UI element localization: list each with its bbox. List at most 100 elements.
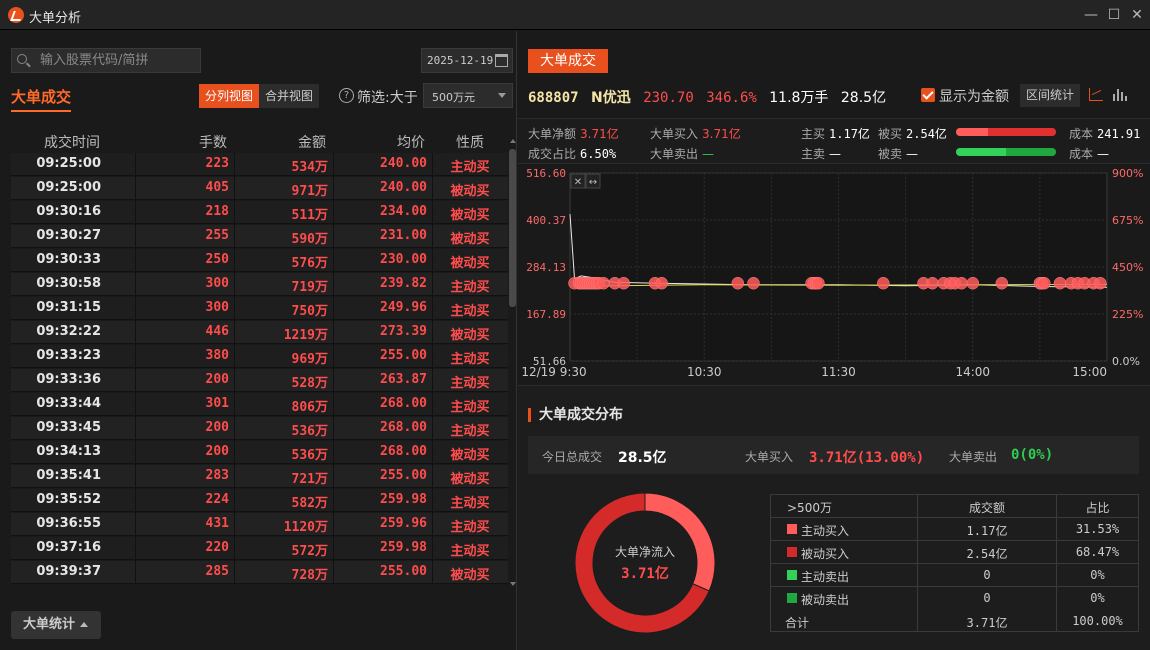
table-row[interactable]: 09:35:41 283 721万 255.00 被动买 bbox=[11, 465, 508, 488]
table-row[interactable]: 09:30:16 218 511万 234.00 被动买 bbox=[11, 201, 508, 224]
column-header-price[interactable]: 均价 bbox=[397, 132, 425, 152]
bar-chart-icon[interactable] bbox=[1112, 88, 1127, 101]
trade-amount: 719万 bbox=[291, 280, 328, 295]
trade-time: 09:25:00 bbox=[36, 180, 101, 195]
table-scrollbar[interactable] bbox=[509, 139, 516, 587]
table-row[interactable]: 09:39:37 285 728万 255.00 被动买 bbox=[11, 561, 508, 584]
sell-cost-label: 成本 bbox=[1069, 147, 1094, 161]
calendar-icon[interactable] bbox=[495, 54, 508, 67]
ratio-label: 成交占比 bbox=[528, 147, 577, 161]
trade-type: 主动买 bbox=[450, 496, 490, 511]
intraday-chart[interactable]: 516.60 400.37 284.13 167.89 51.66 900% 675% 450… bbox=[518, 165, 1150, 385]
close-button[interactable]: ✕ bbox=[1127, 5, 1147, 25]
table-row[interactable]: 09:30:58 300 719万 239.82 主动买 bbox=[11, 273, 508, 296]
trade-quantity: 431 bbox=[205, 516, 229, 531]
large-order-marker bbox=[995, 276, 1009, 290]
column-header-type[interactable]: 性质 bbox=[456, 132, 484, 152]
search-box[interactable] bbox=[11, 48, 201, 73]
table-row[interactable]: 09:37:16 220 572万 259.98 主动买 bbox=[11, 537, 508, 560]
table-row[interactable]: 09:36:55 431 1120万 259.96 主动买 bbox=[11, 513, 508, 536]
table-row[interactable]: 09:25:00 405 971万 240.00 被动买 bbox=[11, 177, 508, 200]
trade-quantity: 200 bbox=[205, 420, 229, 435]
y-axis-right-tick: 225% bbox=[1112, 308, 1143, 321]
filter-threshold-select[interactable]: 500万元 bbox=[423, 83, 513, 108]
trade-type: 主动买 bbox=[450, 520, 490, 535]
trade-type: 主动买 bbox=[450, 400, 490, 415]
date-picker[interactable]: 2025-12-19 bbox=[421, 48, 513, 73]
large-order-marker bbox=[597, 276, 610, 290]
dist-header-amount: 成交额 bbox=[968, 501, 1005, 515]
trade-quantity: 285 bbox=[205, 564, 229, 579]
trade-avg-price: 240.00 bbox=[380, 180, 427, 195]
legend-swatch bbox=[787, 547, 797, 557]
active-sell-label: 主卖 bbox=[801, 147, 826, 161]
stock-price: 230.70 bbox=[643, 90, 694, 106]
trade-avg-price: 268.00 bbox=[380, 396, 427, 411]
trade-avg-price: 230.00 bbox=[380, 252, 427, 267]
dist-total-amount: 3.71亿 bbox=[966, 616, 1008, 630]
column-header-time[interactable]: 成交时间 bbox=[44, 132, 100, 152]
buy-cost-label: 成本 bbox=[1069, 127, 1094, 141]
table-row[interactable]: 09:31:15 300 750万 249.96 主动买 bbox=[11, 297, 508, 320]
y-axis-left-tick: 284.13 bbox=[526, 261, 566, 274]
stock-volume: 11.8万手 bbox=[769, 90, 829, 106]
trade-quantity: 380 bbox=[205, 348, 229, 363]
trade-amount: 721万 bbox=[291, 472, 328, 487]
passive-sell-value: — bbox=[906, 147, 919, 161]
large-order-marker bbox=[1094, 276, 1107, 290]
trades-table: 成交时间 手数 金额 均价 性质 09:25:00 223 534万 240.00 主动… bbox=[11, 127, 508, 584]
trade-time: 09:33:44 bbox=[36, 396, 101, 411]
scroll-down-icon[interactable] bbox=[510, 582, 516, 586]
intraday-chart-svg[interactable]: 516.60400.37284.13167.8951.66900%675%450… bbox=[518, 165, 1150, 385]
passive-buy-label: 被买 bbox=[878, 127, 903, 141]
trade-amount: 728万 bbox=[291, 568, 328, 583]
line-chart-icon[interactable] bbox=[1089, 88, 1103, 101]
tab-large-orders[interactable]: 大单成交 bbox=[528, 49, 608, 73]
table-row[interactable]: 09:30:27 255 590万 231.00 被动买 bbox=[11, 225, 508, 248]
scroll-thumb[interactable] bbox=[509, 149, 516, 307]
dist-row-share: 0% bbox=[1090, 591, 1105, 605]
maximize-button[interactable]: ☐ bbox=[1104, 5, 1124, 25]
trade-time: 09:35:41 bbox=[36, 468, 101, 483]
column-header-quantity[interactable]: 手数 bbox=[199, 132, 227, 152]
split-view-button[interactable]: 分列视图 bbox=[199, 84, 259, 108]
table-row[interactable]: 09:33:23 380 969万 255.00 主动买 bbox=[11, 345, 508, 368]
trade-amount: 806万 bbox=[291, 400, 328, 415]
merge-view-button[interactable]: 合并视图 bbox=[259, 84, 319, 108]
stock-name: N优迅 bbox=[591, 90, 631, 106]
table-row[interactable]: 09:33:36 200 528万 263.87 主动买 bbox=[11, 369, 508, 392]
trade-amount: 576万 bbox=[291, 256, 328, 271]
table-row[interactable]: 09:33:44 301 806万 268.00 主动买 bbox=[11, 393, 508, 416]
help-icon[interactable]: ? bbox=[339, 88, 354, 103]
distribution-table-header: >500万 成交额 占比 bbox=[771, 495, 1138, 518]
trade-type: 主动买 bbox=[450, 544, 490, 559]
scroll-up-icon[interactable] bbox=[510, 139, 516, 143]
sell-cost-value: — bbox=[1097, 147, 1110, 161]
table-row[interactable]: 09:33:45 200 536万 268.00 主动买 bbox=[11, 417, 508, 440]
trade-type: 被动买 bbox=[450, 184, 490, 199]
trade-amount: 590万 bbox=[291, 232, 328, 247]
range-stats-button[interactable]: 区间统计 bbox=[1020, 84, 1080, 107]
table-row[interactable]: 09:25:00 223 534万 240.00 主动买 bbox=[11, 153, 508, 176]
table-row[interactable]: 09:30:33 250 576万 230.00 被动买 bbox=[11, 249, 508, 272]
column-header-amount[interactable]: 金额 bbox=[298, 132, 326, 152]
dist-total-share: 100.00% bbox=[1072, 614, 1123, 628]
y-axis-right-tick: 450% bbox=[1112, 261, 1143, 274]
x-axis-tick: 10:30 bbox=[687, 365, 722, 379]
show-amount-checkbox[interactable] bbox=[921, 88, 935, 102]
table-row[interactable]: 09:32:22 446 1219万 273.39 被动买 bbox=[11, 321, 508, 344]
chevron-down-icon bbox=[498, 93, 506, 98]
search-input[interactable] bbox=[40, 52, 198, 69]
trade-type: 主动买 bbox=[450, 280, 490, 295]
trade-type: 被动买 bbox=[450, 208, 490, 223]
trade-time: 09:34:13 bbox=[36, 444, 101, 459]
dist-row-share: 0% bbox=[1090, 568, 1105, 582]
filter-label: 筛选:大于 bbox=[357, 90, 418, 106]
table-row[interactable]: 09:34:13 200 536万 268.00 被动买 bbox=[11, 441, 508, 464]
large-order-summary-strip: 大单净额 3.71亿 成交占比 6.50% 大单买入 3.71亿 大单卖出 — 主买 1.… bbox=[518, 118, 1150, 164]
minimize-button[interactable]: — bbox=[1081, 5, 1101, 25]
table-row[interactable]: 09:35:52 224 582万 259.98 主动买 bbox=[11, 489, 508, 512]
table-header: 成交时间 手数 金额 均价 性质 bbox=[11, 130, 508, 152]
show-amount-label[interactable]: 显示为金额 bbox=[939, 86, 1009, 106]
large-order-stats-button[interactable]: 大单统计 bbox=[11, 611, 101, 639]
